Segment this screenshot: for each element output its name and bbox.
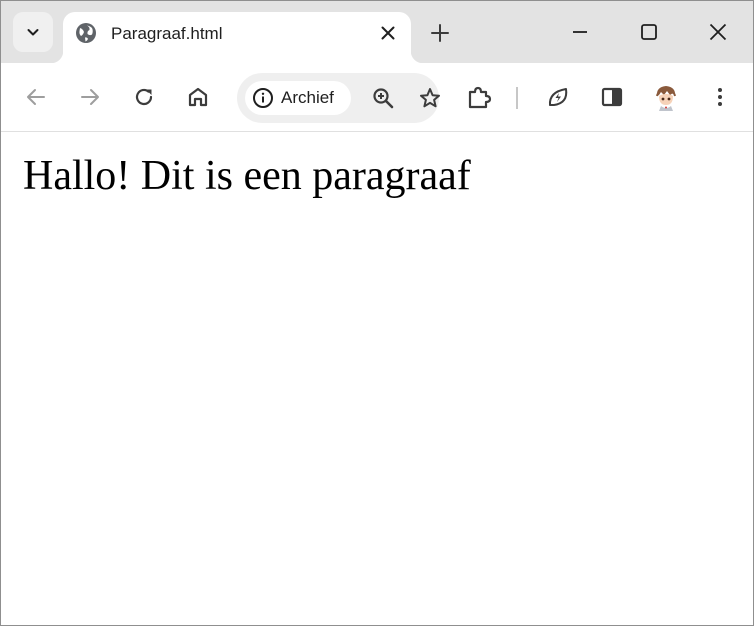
tab-title: Paragraaf.html [111, 24, 223, 43]
home-icon[interactable] [186, 85, 210, 109]
arrow-right-icon[interactable] [78, 85, 102, 109]
avatar-icon[interactable] [652, 83, 680, 111]
zoom-in-icon[interactable] [371, 86, 395, 110]
info-icon [253, 88, 273, 108]
page-content: Hallo! Dit is een paragraaf [1, 133, 753, 625]
site-info-chip[interactable]: Archief [245, 81, 351, 115]
arrow-left-icon[interactable] [24, 85, 48, 109]
paragraph: Hallo! Dit is een paragraaf [23, 153, 471, 199]
window-close-icon[interactable] [707, 21, 729, 43]
close-icon[interactable] [377, 22, 399, 44]
maximize-icon[interactable] [638, 21, 660, 43]
minimize-icon[interactable] [569, 21, 591, 43]
side-panel-icon[interactable] [600, 85, 624, 109]
star-icon[interactable] [418, 86, 442, 110]
reload-icon[interactable] [132, 85, 156, 109]
tab-strip: Paragraaf.html [1, 1, 753, 63]
globe-icon [76, 23, 96, 43]
browser-window: Paragraaf.html Archief Hallo! Dit is een… [0, 0, 754, 626]
more-vert-icon[interactable] [708, 85, 732, 109]
toolbar-divider [516, 87, 518, 109]
puzzle-icon[interactable] [466, 84, 492, 110]
chevron-down-icon [27, 29, 39, 36]
omnibox[interactable]: Archief [237, 73, 442, 123]
plus-icon[interactable] [429, 22, 451, 44]
site-info-label: Archief [281, 88, 334, 107]
toolbar: Archief [1, 63, 753, 132]
leaf-lightning-icon[interactable] [546, 85, 570, 109]
tab-search-button[interactable] [13, 12, 53, 52]
tab-active[interactable]: Paragraaf.html [51, 12, 423, 63]
